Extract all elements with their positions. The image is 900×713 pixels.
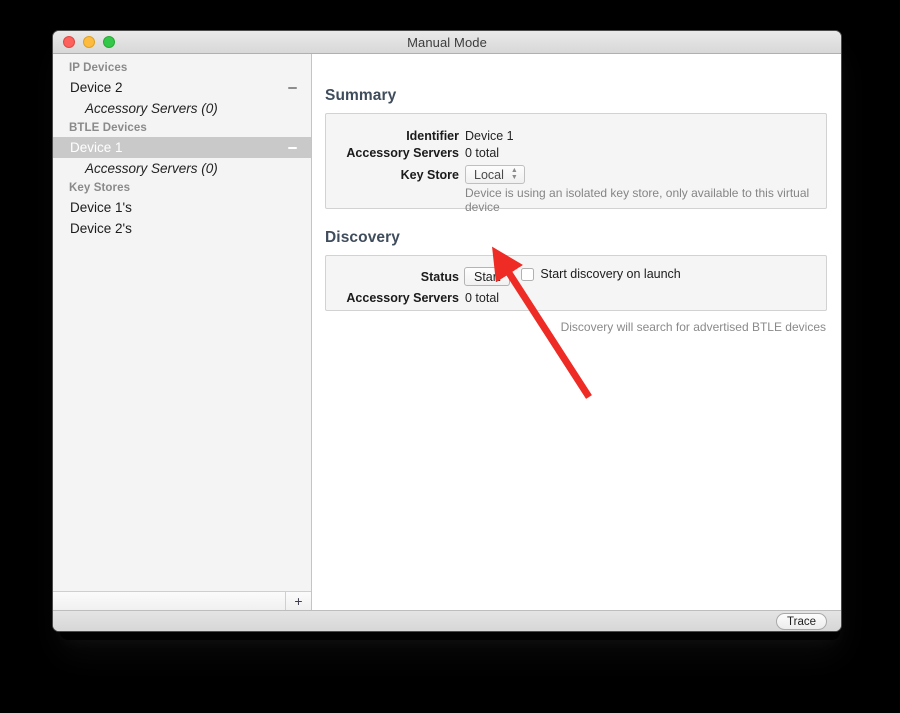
discovery-accessory-servers-value: 0 total (465, 291, 500, 305)
sidebar-item-label: Accessory Servers (0) (85, 161, 218, 176)
key-store-row: Key Store Local ▲ ▼ (326, 165, 826, 184)
status-label: Status (420, 270, 459, 284)
collapse-toggle-icon[interactable] (288, 86, 297, 89)
summary-groupbox: Identifier Device 1 Accessory Servers 0 … (325, 113, 827, 214)
identifier-row: Identifier Device 1 (326, 128, 826, 143)
discovery-groupbox: Status Start Start discovery on launch A… (325, 255, 827, 311)
status-row: Status Start Start discovery on launch (326, 267, 826, 286)
sidebar: IP Devices Device 2 Accessory Servers (0) B… (53, 54, 312, 610)
app-window: Manual Mode IP Devices Device 2 Accessory … (52, 30, 842, 632)
start-on-launch-checkbox[interactable] (521, 267, 535, 281)
screen: Manual Mode IP Devices Device 2 Accessory … (0, 0, 900, 713)
discovery-footer-hint: Discovery will search for advertised BTL… (560, 320, 826, 334)
sidebar-item-label: Device 2 (70, 80, 123, 95)
key-store-label: Key Store (400, 168, 459, 182)
start-on-launch-checkbox-row[interactable]: Start discovery on launch (521, 267, 681, 281)
window-title: Manual Mode (407, 34, 487, 50)
sidebar-item[interactable]: Accessory Servers (0) (53, 98, 311, 119)
identifier-value: Device 1 (465, 129, 514, 143)
window-titlebar[interactable]: Manual Mode (53, 31, 841, 54)
detail-panel: Summary Identifier Device 1 Accessory Se… (312, 54, 841, 610)
sidebar-group-header: Key Stores (69, 182, 131, 194)
sidebar-item[interactable]: Accessory Servers (0) (53, 158, 311, 179)
window-bottom-toolbar: Trace (53, 610, 841, 631)
collapse-toggle-icon[interactable] (288, 146, 297, 149)
summary-heading: Summary (325, 87, 397, 104)
sidebar-item[interactable]: Device 1's (53, 197, 311, 218)
sidebar-item[interactable]: Device 2's (53, 218, 311, 239)
identifier-label: Identifier (406, 129, 459, 143)
start-discovery-button[interactable]: Start (464, 267, 511, 286)
discovery-accessory-servers-row: Accessory Servers 0 total (326, 290, 826, 305)
sidebar-item-label: Device 2's (70, 221, 132, 236)
key-store-hint: Device is using an isolated key store, o… (465, 186, 810, 214)
summary-accessory-servers-value: 0 total (465, 146, 500, 160)
sidebar-item-label: Device 1's (70, 200, 132, 215)
discovery-accessory-servers-label: Accessory Servers (346, 291, 459, 305)
summary-accessory-servers-label: Accessory Servers (346, 146, 459, 160)
key-store-select[interactable]: Local ▲ ▼ (465, 165, 525, 184)
stepper-arrows-icon: ▲ ▼ (510, 167, 518, 181)
sidebar-item[interactable]: Device 2 (53, 77, 311, 98)
add-device-button[interactable]: + (285, 592, 311, 610)
start-on-launch-label: Start discovery on launch (540, 267, 681, 281)
discovery-heading: Discovery (325, 229, 401, 246)
summary-accessory-servers-row: Accessory Servers 0 total (326, 145, 826, 160)
sidebar-group-header: IP Devices (69, 62, 128, 74)
sidebar-list[interactable]: IP Devices Device 2 Accessory Servers (0) B… (53, 54, 311, 591)
sidebar-item-label: Accessory Servers (0) (85, 101, 218, 116)
sidebar-item[interactable]: Device 1 (53, 137, 311, 158)
sidebar-item-label: Device 1 (70, 140, 123, 155)
sidebar-group-header: BTLE Devices (69, 122, 147, 134)
sidebar-footer: + (53, 591, 311, 610)
trace-button[interactable]: Trace (776, 613, 827, 630)
window-body: IP Devices Device 2 Accessory Servers (0) B… (53, 54, 841, 610)
key-store-selected-value: Local (474, 167, 504, 182)
